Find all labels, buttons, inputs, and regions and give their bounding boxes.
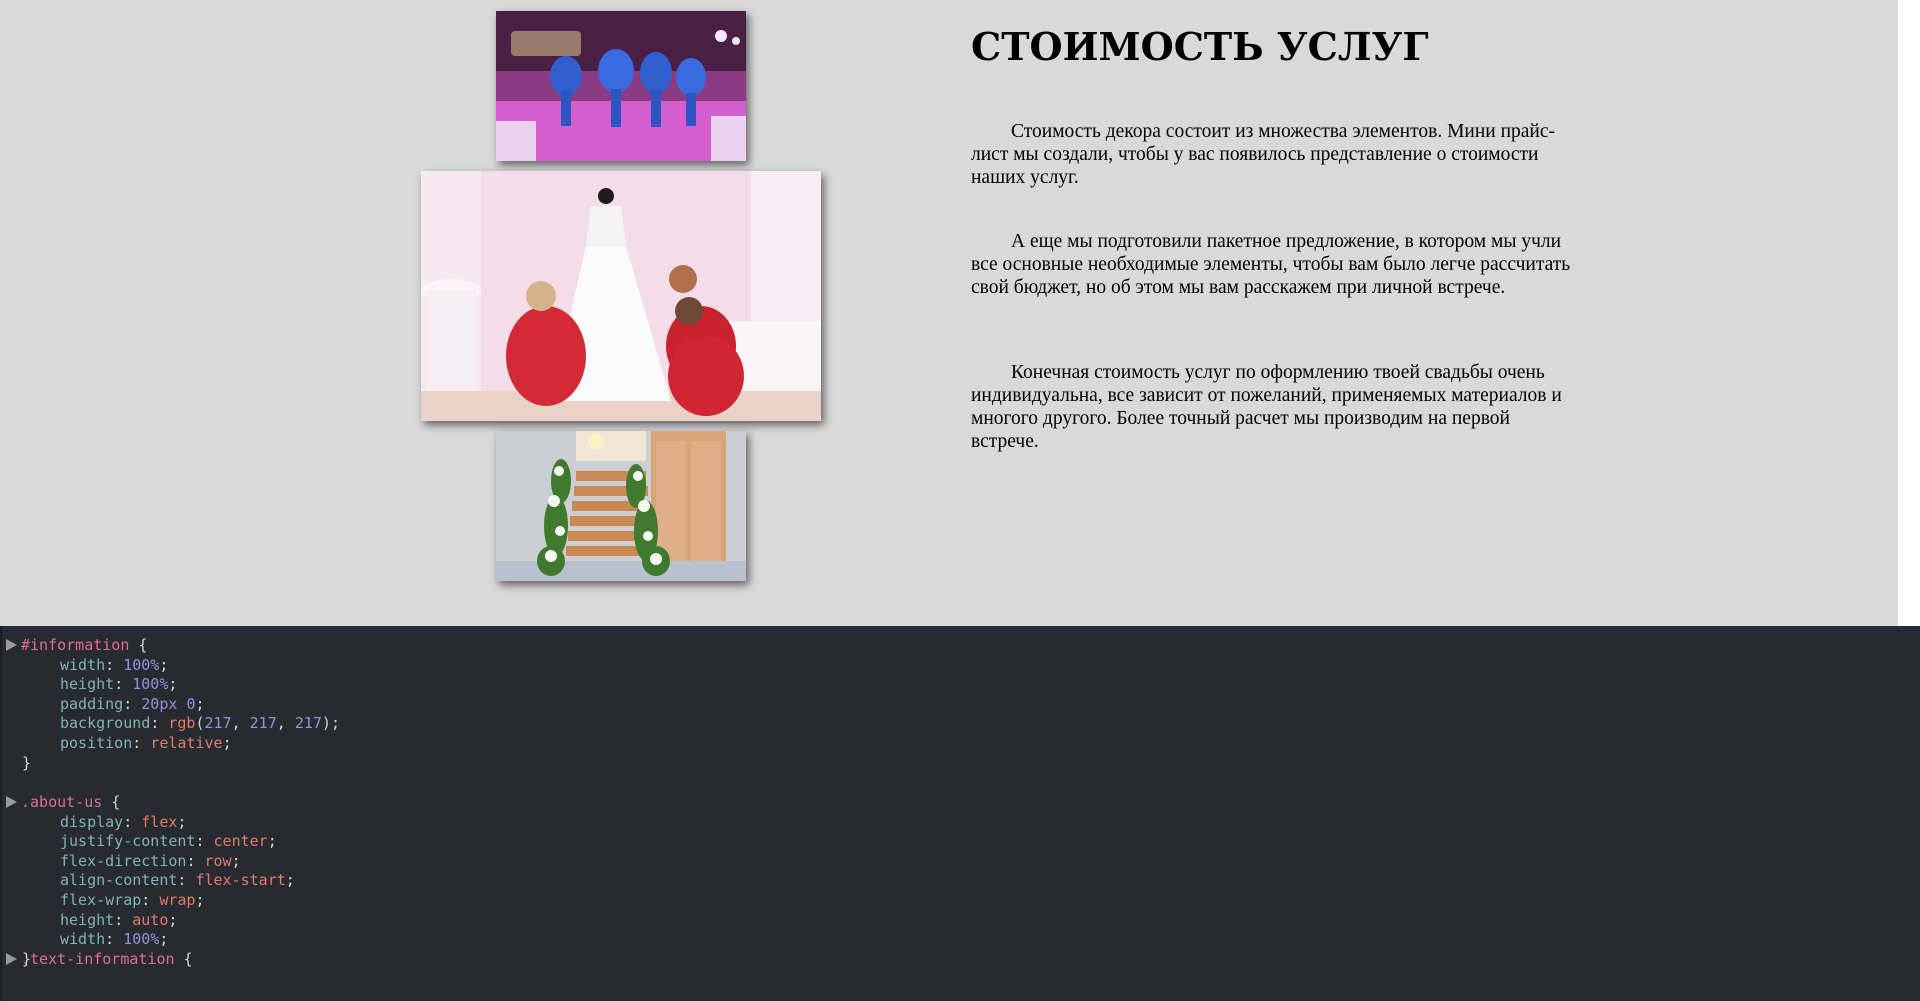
css-rule: #information {width: 100%; height: 100%; p… xyxy=(2,636,1002,773)
css-property-name: height xyxy=(60,675,115,694)
paragraph-package-offer: А еще мы подготовили пакетное предложени… xyxy=(971,231,1571,298)
colon: : xyxy=(123,694,142,713)
css-value-token: auto xyxy=(132,910,169,929)
semicolon: ; xyxy=(195,890,205,909)
css-declaration[interactable]: height: 100%; xyxy=(2,675,1002,695)
semicolon: ; xyxy=(285,871,295,890)
css-rule-header: .about-us { xyxy=(2,793,1002,813)
css-declaration[interactable]: display: flex; xyxy=(2,813,1002,833)
css-property-name: position xyxy=(60,733,133,752)
paragraph-final-cost: Конечная стоимость услуг по оформлению т… xyxy=(971,362,1562,452)
semicolon: ; xyxy=(177,812,187,831)
css-value-token: wrap xyxy=(159,890,196,909)
css-property-name: justify-content xyxy=(60,832,196,851)
css-property-name: flex-direction xyxy=(60,851,187,870)
wedding-dress-photo xyxy=(421,171,821,421)
close-brace: } xyxy=(22,753,32,772)
css-selector: .text-information xyxy=(21,950,175,968)
css-value-token: relative xyxy=(150,733,223,752)
css-declaration[interactable]: padding: 20px 0; xyxy=(2,695,1002,715)
css-declaration[interactable]: background: rgb(217, 217, 217); xyxy=(2,714,1002,734)
css-rule: .text-information { xyxy=(2,950,1002,970)
css-value-token: 100% xyxy=(123,655,160,674)
open-brace: { xyxy=(174,950,193,968)
css-value-token: 217 xyxy=(249,714,277,733)
open-brace: { xyxy=(129,636,148,654)
colon: : xyxy=(150,714,169,733)
semicolon: ; xyxy=(168,675,178,694)
vertical-scrollbar[interactable] xyxy=(1898,0,1920,626)
semicolon: ; xyxy=(267,832,277,851)
colon: : xyxy=(186,851,205,870)
css-value-token: 100% xyxy=(123,930,160,949)
semicolon: ; xyxy=(168,910,178,929)
css-property-name: background xyxy=(60,714,151,733)
css-value-token: ) xyxy=(321,714,331,733)
expand-triangle-icon[interactable] xyxy=(6,796,17,808)
css-value-token: 100% xyxy=(132,675,169,694)
expand-triangle-icon[interactable] xyxy=(6,639,17,651)
semicolon: ; xyxy=(222,733,232,752)
css-value-token: 20px xyxy=(141,694,178,713)
semicolon: ; xyxy=(330,714,340,733)
page-viewport: СТОИМОСТЬ УСЛУГ Стоимость декора состоит… xyxy=(0,0,1898,626)
colon: : xyxy=(105,655,124,674)
css-property-name: display xyxy=(60,812,124,831)
dancers-photo-art xyxy=(496,11,746,161)
colon: : xyxy=(132,733,151,752)
flower-stairs-photo xyxy=(496,431,746,581)
devtools-styles-panel: #information {width: 100%; height: 100%; p… xyxy=(0,626,1920,1001)
css-value-token: , xyxy=(231,714,250,733)
colon: : xyxy=(123,812,142,831)
semicolon: ; xyxy=(195,694,205,713)
css-declaration[interactable]: justify-content: center; xyxy=(2,832,1002,852)
css-selector: #information xyxy=(21,636,130,654)
paragraph-pricing-intro: Стоимость декора состоит из множества эл… xyxy=(971,121,1556,188)
expand-triangle-icon[interactable] xyxy=(6,953,17,965)
semicolon: ; xyxy=(159,655,169,674)
colon: : xyxy=(141,890,160,909)
css-value-token: center xyxy=(213,832,268,851)
flower-stairs-photo-art xyxy=(496,431,746,581)
css-selector: .about-us xyxy=(21,793,103,811)
css-declaration[interactable]: align-content: flex-start; xyxy=(2,871,1002,891)
wedding-dress-photo-art xyxy=(421,171,821,421)
colon: : xyxy=(114,675,133,694)
css-property-name: height xyxy=(60,910,115,929)
css-value-token: flex-start xyxy=(195,871,286,890)
css-value-token: row xyxy=(204,851,232,870)
colon: : xyxy=(105,930,124,949)
css-rule-header: #information { xyxy=(2,636,1002,656)
open-brace: { xyxy=(102,793,121,811)
css-property-name: align-content xyxy=(60,871,178,890)
css-property-name: padding xyxy=(60,694,124,713)
css-declaration[interactable]: flex-wrap: wrap; xyxy=(2,891,1002,911)
css-value-token: flex xyxy=(141,812,178,831)
css-rule-header: .text-information { xyxy=(2,950,1002,970)
css-value-token: 217 xyxy=(204,714,232,733)
css-declaration[interactable]: position: relative; xyxy=(2,734,1002,754)
colon: : xyxy=(114,910,133,929)
css-value-token: rgb xyxy=(168,714,196,733)
page-heading: СТОИМОСТЬ УСЛУГ xyxy=(971,24,1429,69)
semicolon: ; xyxy=(231,851,241,870)
css-declaration[interactable]: width: 100%; xyxy=(2,930,1002,950)
css-property-name: width xyxy=(60,655,106,674)
colon: : xyxy=(195,832,214,851)
css-value-token: , xyxy=(276,714,295,733)
css-value-token: ( xyxy=(195,714,205,733)
css-value-token: 217 xyxy=(294,714,322,733)
css-property-name: width xyxy=(60,930,106,949)
css-declaration[interactable]: width: 100%; xyxy=(2,656,1002,676)
css-declaration[interactable]: flex-direction: row; xyxy=(2,852,1002,872)
semicolon: ; xyxy=(159,930,169,949)
colon: : xyxy=(177,871,196,890)
css-rule: .about-us {display: flex; justify-content… xyxy=(2,793,1002,969)
css-declaration[interactable]: height: auto; xyxy=(2,911,1002,931)
css-property-name: flex-wrap xyxy=(60,890,142,909)
dancers-photo xyxy=(496,11,746,161)
